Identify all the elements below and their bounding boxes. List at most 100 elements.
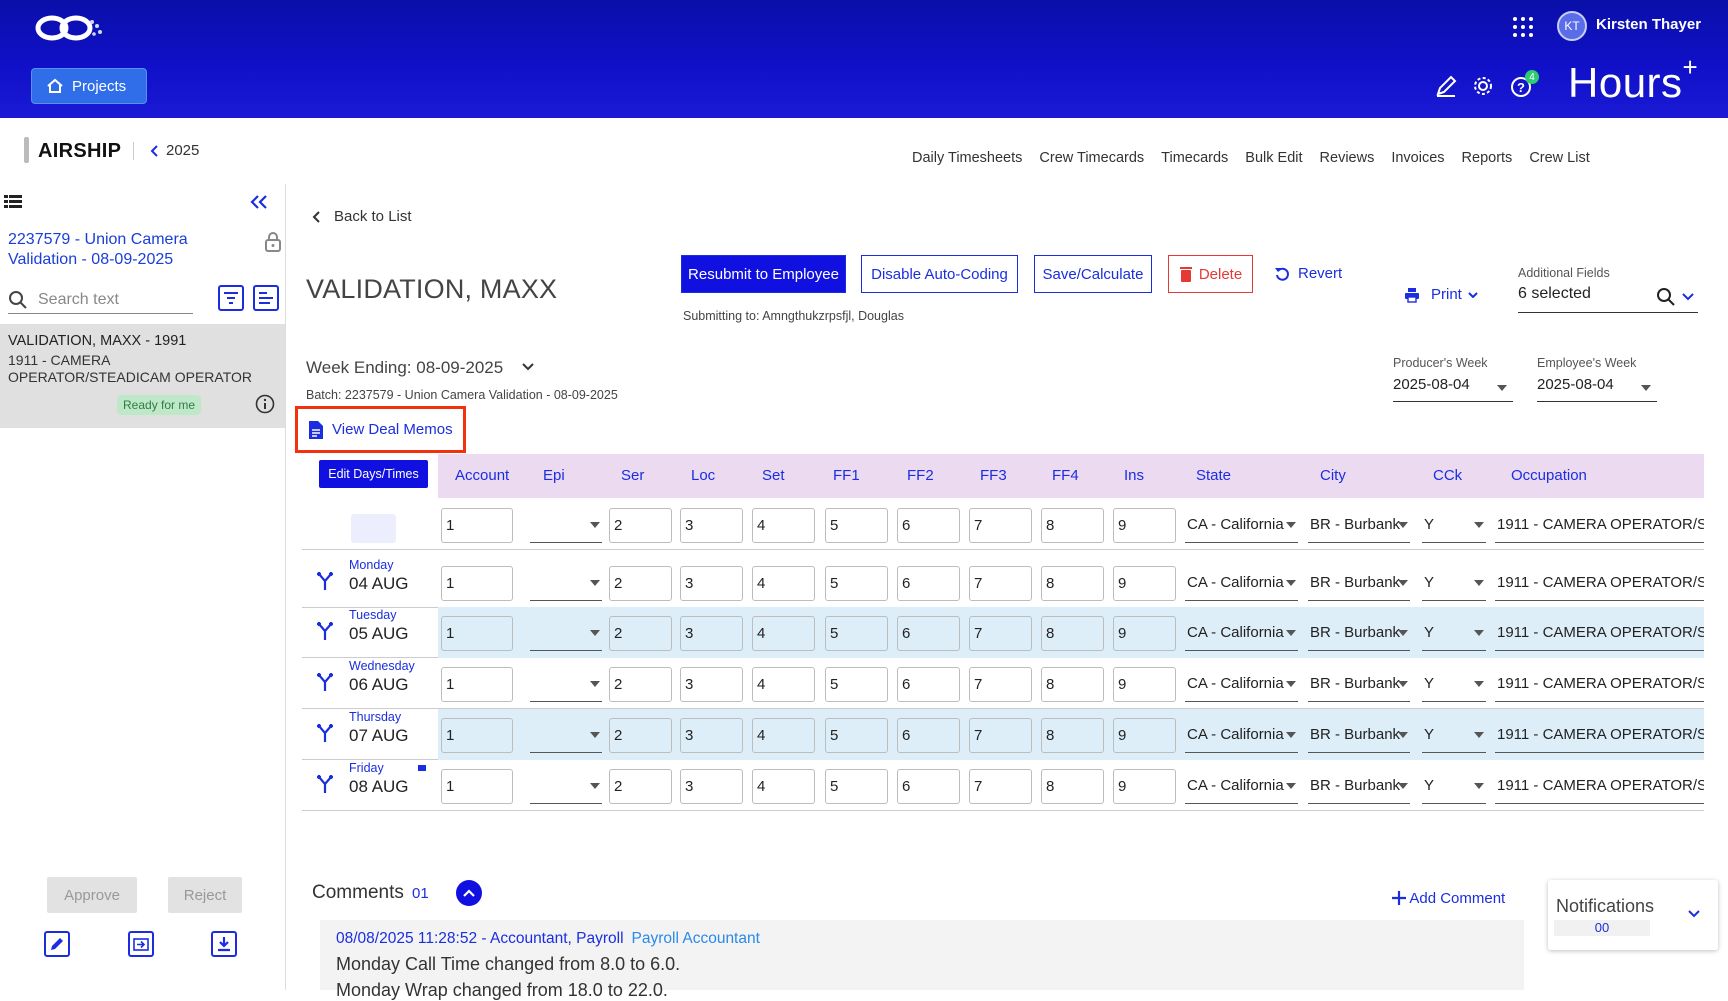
nav-crew-list[interactable]: Crew List xyxy=(1529,150,1589,166)
print-icon[interactable] xyxy=(1404,287,1420,303)
account-field[interactable]: 1 xyxy=(441,667,513,702)
epi-field[interactable] xyxy=(530,718,602,753)
resubmit-button[interactable]: Resubmit to Employee xyxy=(681,255,846,293)
city-field[interactable]: BR - Burbank xyxy=(1308,769,1410,804)
loc-field[interactable]: 3 xyxy=(680,718,743,753)
ff3-field[interactable]: 7 xyxy=(969,667,1032,702)
occupation-field[interactable]: 1911 - CAMERA OPERATOR/STEADICAM OPERATO… xyxy=(1495,718,1704,753)
city-field[interactable]: BR - Burbank xyxy=(1308,508,1410,543)
occupation-field[interactable]: 1911 - CAMERA OPERATOR/STEADICAM OPERATO… xyxy=(1495,566,1704,601)
split-row-icon[interactable] xyxy=(316,672,334,692)
projects-button[interactable]: Projects xyxy=(31,68,147,104)
ff2-field[interactable]: 6 xyxy=(897,566,960,601)
ff2-field[interactable]: 6 xyxy=(897,508,960,543)
apps-grid-icon[interactable] xyxy=(1512,16,1534,38)
ff2-field[interactable]: 6 xyxy=(897,718,960,753)
account-field[interactable]: 1 xyxy=(441,566,513,601)
ff3-field[interactable]: 7 xyxy=(969,769,1032,804)
state-field[interactable]: CA - California xyxy=(1185,616,1298,651)
account-field[interactable]: 1 xyxy=(441,508,513,543)
employees-week-select[interactable]: 2025-08-04 xyxy=(1537,376,1657,402)
cck-field[interactable]: Y xyxy=(1422,508,1486,543)
back-to-list-link[interactable]: Back to List xyxy=(334,208,412,225)
city-field[interactable]: BR - Burbank xyxy=(1308,616,1410,651)
epi-field[interactable] xyxy=(530,566,602,601)
ff1-field[interactable]: 5 xyxy=(825,769,888,804)
chevron-down-icon[interactable] xyxy=(522,363,534,371)
ins-field[interactable]: 9 xyxy=(1113,566,1176,601)
ser-field[interactable]: 2 xyxy=(609,667,672,702)
occupation-field[interactable]: 1911 - CAMERA OPERATOR/STEADICAM OPERATO… xyxy=(1495,769,1704,804)
pencil-icon[interactable] xyxy=(1434,74,1458,98)
list-view-icon[interactable] xyxy=(4,195,22,209)
additional-fields-select[interactable]: 6 selected xyxy=(1518,285,1698,313)
employee-card[interactable]: VALIDATION, MAXX - 1991 1911 - CAMERA OP… xyxy=(0,324,285,428)
revert-icon[interactable] xyxy=(1274,266,1290,282)
ff4-field[interactable]: 8 xyxy=(1041,667,1104,702)
cck-field[interactable]: Y xyxy=(1422,616,1486,651)
split-row-icon[interactable] xyxy=(316,621,334,641)
batch-link[interactable]: 2237579 - Union Camera Validation - 08-0… xyxy=(8,230,238,270)
download-icon[interactable] xyxy=(211,931,237,957)
back-chevron-icon[interactable] xyxy=(312,211,322,223)
ser-field[interactable]: 2 xyxy=(609,508,672,543)
ff4-field[interactable]: 8 xyxy=(1041,508,1104,543)
ins-field[interactable]: 9 xyxy=(1113,667,1176,702)
approve-button[interactable]: Approve xyxy=(47,877,137,913)
cck-field[interactable]: Y xyxy=(1422,667,1486,702)
state-field[interactable]: CA - California xyxy=(1185,566,1298,601)
occupation-field[interactable]: 1911 - CAMERA OPERATOR/STEADICAM OPERATO… xyxy=(1495,508,1704,543)
ff4-field[interactable]: 8 xyxy=(1041,616,1104,651)
ser-field[interactable]: 2 xyxy=(609,566,672,601)
reject-button[interactable]: Reject xyxy=(168,877,242,913)
ff3-field[interactable]: 7 xyxy=(969,508,1032,543)
nav-reports[interactable]: Reports xyxy=(1462,150,1513,166)
state-field[interactable]: CA - California xyxy=(1185,508,1298,543)
ff2-field[interactable]: 6 xyxy=(897,616,960,651)
ins-field[interactable]: 9 xyxy=(1113,769,1176,804)
account-field[interactable]: 1 xyxy=(441,616,513,651)
chevron-down-icon[interactable] xyxy=(1468,292,1478,298)
lock-icon[interactable] xyxy=(264,231,282,253)
split-row-icon[interactable] xyxy=(316,571,334,591)
edit-icon[interactable] xyxy=(44,931,70,957)
user-name[interactable]: Kirsten Thayer xyxy=(1596,16,1701,33)
loc-field[interactable]: 3 xyxy=(680,769,743,804)
epi-field[interactable] xyxy=(530,616,602,651)
set-field[interactable]: 4 xyxy=(752,566,815,601)
ser-field[interactable]: 2 xyxy=(609,769,672,804)
account-field[interactable]: 1 xyxy=(441,769,513,804)
set-field[interactable]: 4 xyxy=(752,667,815,702)
week-ending-selector[interactable]: Week Ending: 08-09-2025 xyxy=(306,358,503,378)
city-field[interactable]: BR - Burbank xyxy=(1308,566,1410,601)
sidebar-search-input[interactable]: Search text xyxy=(8,286,193,314)
gear-icon[interactable] xyxy=(1472,75,1494,97)
ff3-field[interactable]: 7 xyxy=(969,718,1032,753)
account-field[interactable]: 1 xyxy=(441,718,513,753)
ins-field[interactable]: 9 xyxy=(1113,616,1176,651)
chevron-left-icon[interactable] xyxy=(150,145,160,157)
nav-invoices[interactable]: Invoices xyxy=(1391,150,1444,166)
delete-button[interactable]: Delete xyxy=(1168,255,1253,293)
ff1-field[interactable]: 5 xyxy=(825,667,888,702)
nav-bulk-edit[interactable]: Bulk Edit xyxy=(1245,150,1302,166)
filter-icon[interactable] xyxy=(218,285,244,311)
split-row-icon[interactable] xyxy=(316,723,334,743)
ff4-field[interactable]: 8 xyxy=(1041,566,1104,601)
occupation-field[interactable]: 1911 - CAMERA OPERATOR/STEADICAM OPERATO… xyxy=(1495,667,1704,702)
company-logo[interactable] xyxy=(34,8,106,44)
avatar[interactable]: KT xyxy=(1557,11,1587,41)
city-field[interactable]: BR - Burbank xyxy=(1308,667,1410,702)
cck-field[interactable]: Y xyxy=(1422,566,1486,601)
info-icon[interactable] xyxy=(255,394,275,414)
ff2-field[interactable]: 6 xyxy=(897,769,960,804)
state-field[interactable]: CA - California xyxy=(1185,769,1298,804)
add-comment-button[interactable]: Add Comment xyxy=(1392,890,1505,907)
occupation-field[interactable]: 1911 - CAMERA OPERATOR/STEADICAM OPERATO… xyxy=(1495,616,1704,651)
chevron-down-icon[interactable] xyxy=(1682,293,1694,301)
ff2-field[interactable]: 6 xyxy=(897,667,960,702)
nav-reviews[interactable]: Reviews xyxy=(1320,150,1375,166)
loc-field[interactable]: 3 xyxy=(680,566,743,601)
nav-timecards[interactable]: Timecards xyxy=(1161,150,1228,166)
set-field[interactable]: 4 xyxy=(752,718,815,753)
